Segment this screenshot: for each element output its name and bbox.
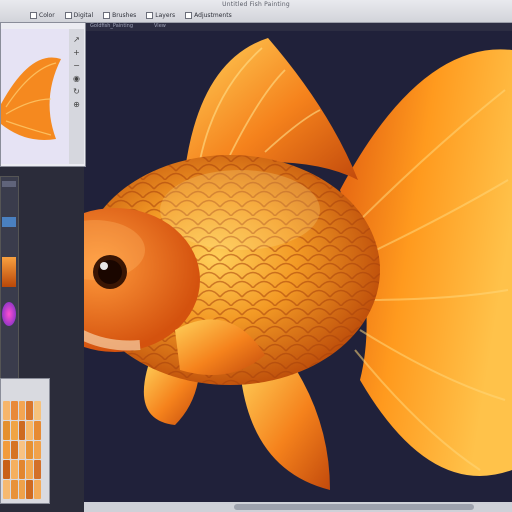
color-swatch[interactable] <box>18 460 26 480</box>
menu-brushes-label: Brushes <box>112 11 137 19</box>
nav-pointer-icon[interactable]: ↗ <box>73 33 80 46</box>
painting-canvas[interactable] <box>84 31 512 502</box>
menu-color-checkbox[interactable] <box>30 11 37 19</box>
color-swatch[interactable] <box>34 401 41 420</box>
menu-layers-label: Layers <box>155 11 176 19</box>
menu-color[interactable]: Color <box>30 11 55 19</box>
swatch-panel <box>0 378 50 504</box>
menu-layers[interactable]: Layers <box>146 11 176 19</box>
color-swatch[interactable] <box>3 440 10 460</box>
color-swatch[interactable] <box>18 440 26 460</box>
color-swatch[interactable] <box>10 440 18 460</box>
navigator-panel: ↗ + − ◉ ↻ ⊕ <box>0 22 86 167</box>
color-swatch[interactable] <box>3 420 10 440</box>
menu-adjustments[interactable]: Adjustments <box>185 11 232 19</box>
color-swatch[interactable] <box>10 480 18 499</box>
nav-rotate-icon[interactable]: ↻ <box>73 85 80 98</box>
menu-adjustments-checkbox[interactable] <box>185 11 193 19</box>
color-swatch[interactable] <box>34 480 41 499</box>
color-swatch[interactable] <box>18 480 26 499</box>
menu-digital-checkbox[interactable] <box>64 11 72 19</box>
color-swatch[interactable] <box>18 420 26 440</box>
color-swatch[interactable] <box>10 420 18 440</box>
color-swatch[interactable] <box>3 401 10 420</box>
color-swatch[interactable] <box>26 460 34 480</box>
nav-zoom-in-icon[interactable]: + <box>73 46 80 59</box>
document-tab[interactable]: Goldfish_Painting <box>90 23 133 29</box>
app-title: Untitled Fish Painting <box>222 1 290 8</box>
color-swatch[interactable] <box>26 480 34 499</box>
color-swatch[interactable] <box>26 401 34 420</box>
color-swatch[interactable] <box>3 460 10 480</box>
menu-adjustments-label: Adjustments <box>194 11 232 19</box>
color-swatch[interactable] <box>34 440 41 460</box>
menu-digital[interactable]: Digital <box>64 11 94 19</box>
layer-row-selected[interactable] <box>2 217 16 227</box>
layers-strip <box>0 176 19 388</box>
navigator-thumbnail <box>1 57 61 141</box>
swatch-grid <box>3 401 41 499</box>
nav-fit-icon[interactable]: ⊕ <box>73 98 80 111</box>
color-swatch[interactable] <box>10 401 18 420</box>
menu-digital-label: Digital <box>73 11 94 19</box>
menu-layers-checkbox[interactable] <box>146 11 154 19</box>
navigator-toolbar: ↗ + − ◉ ↻ ⊕ <box>69 29 84 164</box>
nav-zoom-out-icon[interactable]: − <box>73 59 80 72</box>
layer-thumbnail[interactable] <box>2 257 16 287</box>
layer-row[interactable] <box>2 181 16 187</box>
document-tab-strip: Goldfish_Painting View <box>84 22 512 31</box>
color-swatch[interactable] <box>26 440 34 460</box>
color-swatch[interactable] <box>26 420 34 440</box>
color-swatch[interactable] <box>18 401 26 420</box>
scrollbar-thumb[interactable] <box>234 504 474 510</box>
color-swatch[interactable] <box>3 480 10 499</box>
goldfish-artwork <box>84 38 512 490</box>
navigator-preview[interactable] <box>1 29 69 164</box>
color-swatch[interactable] <box>34 420 41 440</box>
menu-brushes[interactable]: Brushes <box>103 11 137 19</box>
nav-view-icon[interactable]: ◉ <box>73 72 80 85</box>
color-swatch[interactable] <box>10 460 18 480</box>
document-tab-view[interactable]: View <box>154 23 166 29</box>
color-wheel-icon[interactable] <box>2 302 16 326</box>
menu-color-label: Color <box>39 11 55 19</box>
horizontal-scrollbar[interactable] <box>84 502 512 512</box>
color-swatch[interactable] <box>34 460 41 480</box>
title-bar: Untitled Fish Painting Color Digital Bru… <box>0 0 512 23</box>
menu-brushes-checkbox[interactable] <box>103 11 111 19</box>
menu-bar: Color Digital Brushes Layers Adjustments <box>30 10 242 20</box>
